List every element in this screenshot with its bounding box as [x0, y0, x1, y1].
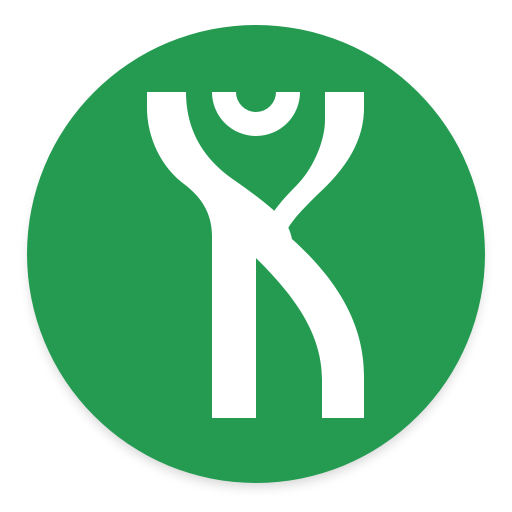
app-icon [27, 25, 485, 486]
app-icon-canvas [0, 0, 512, 512]
